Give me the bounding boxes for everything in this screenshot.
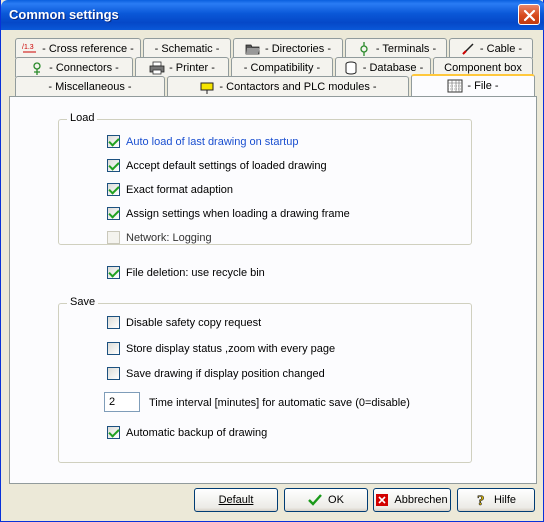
accept-defaults-label: Accept default settings of loaded drawin… (126, 159, 327, 172)
tab-printer[interactable]: - Printer - (135, 57, 229, 77)
database-icon (343, 61, 359, 75)
tab-file[interactable]: - File - (411, 74, 535, 96)
assign-settings-label: Assign settings when loading a drawing f… (126, 207, 350, 220)
tab-label: Component box (444, 61, 522, 74)
tab-label: - Cable - (479, 42, 523, 55)
exact-format-checkbox[interactable] (107, 183, 120, 196)
disable-safety-copy-label: Disable safety copy request (126, 316, 262, 329)
help-button[interactable]: ? Hilfe (457, 488, 535, 512)
window-title: Common settings (9, 7, 119, 22)
store-display-status-checkbox[interactable] (107, 342, 120, 355)
store-display-status-label: Store display status ,zoom with every pa… (126, 342, 336, 355)
autosave-interval-input[interactable] (104, 392, 140, 412)
svg-text:?: ? (477, 493, 485, 508)
tab-label: - Miscellaneous - (48, 80, 132, 93)
tab-label: - Cross reference - (42, 42, 134, 55)
tab-schematic[interactable]: - Schematic - (143, 38, 231, 58)
ok-button[interactable]: OK (284, 488, 368, 512)
tab-label: - Schematic - (154, 42, 220, 55)
help-button-label: Hilfe (493, 494, 516, 506)
tab-connectors[interactable]: - Connectors - (15, 57, 133, 77)
folder-icon (245, 42, 261, 56)
tab-terminals[interactable]: - Terminals - (345, 38, 447, 58)
auto-load-checkbox[interactable] (107, 135, 120, 148)
tab-label: - Database - (362, 61, 424, 74)
help-icon: ? (477, 493, 485, 508)
assign-settings-checkbox[interactable] (107, 207, 120, 220)
cancel-button-label: Abbrechen (394, 494, 448, 506)
tab-label: - Directories - (264, 42, 331, 55)
tab-label: - Terminals - (375, 42, 437, 55)
exact-format-label: Exact format adaption (126, 183, 234, 196)
load-group-label: Load (67, 112, 98, 124)
exact-format-option[interactable]: Exact format adaption (107, 183, 233, 196)
connector-icon (29, 61, 45, 75)
tab-contactors-plc[interactable]: - Contactors and PLC modules - (167, 76, 409, 96)
tab-strip: /1.3 - Cross reference - - Schematic - -… (9, 36, 537, 98)
contactor-icon (199, 80, 215, 94)
close-icon (523, 9, 536, 22)
ok-button-label: OK (328, 494, 344, 506)
network-logging-option[interactable]: Network: Logging (107, 231, 212, 244)
default-button[interactable]: Default (194, 488, 278, 512)
tab-label: - Printer - (169, 61, 215, 74)
automatic-backup-label: Automatic backup of drawing (126, 426, 268, 439)
save-if-position-changed-label: Save drawing if display position changed (126, 367, 325, 380)
terminal-icon (356, 41, 372, 56)
cross-reference-icon: /1.3 (22, 42, 38, 56)
disable-safety-copy-checkbox[interactable] (107, 316, 120, 329)
tab-label: - File - (467, 80, 499, 92)
checkmark-icon (308, 494, 322, 506)
assign-settings-option[interactable]: Assign settings when loading a drawing f… (107, 207, 350, 220)
printer-icon (149, 61, 165, 75)
auto-load-label: Auto load of last drawing on startup (126, 135, 299, 148)
tab-directories[interactable]: - Directories - (233, 38, 343, 58)
automatic-backup-checkbox[interactable] (107, 426, 120, 439)
tab-label: - Contactors and PLC modules - (219, 80, 377, 93)
cancel-icon (376, 494, 389, 506)
title-bar: Common settings (1, 0, 544, 30)
store-display-status-option[interactable]: Store display status ,zoom with every pa… (107, 342, 335, 355)
file-grid-icon (447, 79, 463, 93)
network-logging-label: Network: Logging (126, 231, 212, 244)
automatic-backup-option[interactable]: Automatic backup of drawing (107, 426, 267, 439)
save-group-label: Save (67, 296, 99, 308)
autosave-interval-label: Time interval [minutes] for automatic sa… (149, 397, 410, 409)
close-button[interactable] (518, 4, 540, 25)
tab-miscellaneous[interactable]: - Miscellaneous - (15, 76, 165, 96)
save-if-position-changed-checkbox[interactable] (107, 367, 120, 380)
auto-load-option[interactable]: Auto load of last drawing on startup (107, 135, 298, 148)
tab-compatibility[interactable]: - Compatibility - (231, 57, 333, 77)
tab-cross-reference[interactable]: /1.3 - Cross reference - (15, 38, 141, 58)
file-deletion-label: File deletion: use recycle bin (126, 266, 265, 279)
svg-text:/1.3: /1.3 (22, 44, 34, 51)
default-button-label: Default (218, 494, 254, 506)
file-deletion-option[interactable]: File deletion: use recycle bin (107, 266, 265, 279)
disable-safety-copy-option[interactable]: Disable safety copy request (107, 316, 261, 329)
tab-label: - Compatibility - (243, 61, 321, 74)
accept-defaults-option[interactable]: Accept default settings of loaded drawin… (107, 159, 327, 172)
cancel-button[interactable]: Abbrechen (373, 488, 451, 512)
accept-defaults-checkbox[interactable] (107, 159, 120, 172)
file-deletion-checkbox[interactable] (107, 266, 120, 279)
save-if-position-changed-option[interactable]: Save drawing if display position changed (107, 367, 325, 380)
common-settings-dialog: Common settings /1.3 - Cross reference -… (0, 0, 544, 522)
file-settings-panel: Load Auto load of last drawing on startu… (9, 96, 537, 484)
tab-label: - Connectors - (49, 61, 119, 74)
tab-cable[interactable]: - Cable - (449, 38, 533, 58)
cable-icon (460, 42, 476, 56)
network-logging-checkbox[interactable] (107, 231, 120, 244)
